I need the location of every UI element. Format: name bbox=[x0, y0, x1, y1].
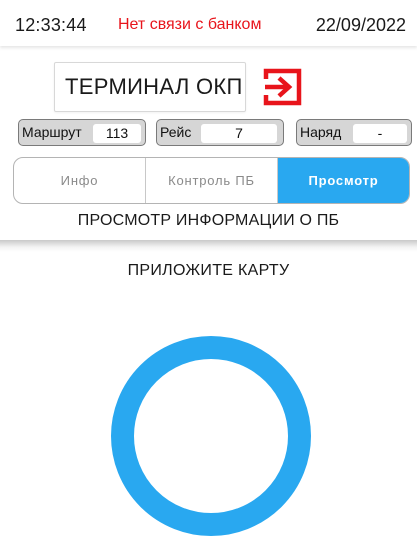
status-bar: 12:33:44 Нет связи с банком 22/09/2022 bbox=[0, 0, 417, 46]
logout-icon-graphic bbox=[263, 68, 302, 106]
trip-params: Маршрут 113 Рейс 7 Наряд - bbox=[0, 118, 417, 148]
trip-field: Рейс 7 bbox=[156, 119, 284, 146]
status-time: 12:33:44 bbox=[15, 15, 87, 35]
order-field: Наряд - bbox=[296, 119, 412, 146]
status-date: 22/09/2022 bbox=[315, 15, 406, 35]
tab-control-pb[interactable]: Контроль ПБ bbox=[145, 158, 277, 203]
section-title: ПРОСМОТР ИНФОРМАЦИИ О ПБ bbox=[77, 212, 340, 229]
order-label: Наряд bbox=[300, 124, 342, 140]
card-prompt: ПРИЛОЖИТЕ КАРТУ bbox=[127, 262, 290, 279]
terminal-title: ТЕРМИНАЛ ОКП bbox=[54, 62, 246, 112]
route-value: 113 bbox=[93, 124, 141, 143]
route-field: Маршрут 113 bbox=[18, 119, 146, 146]
bank-connection-status: Нет связи с банком bbox=[118, 16, 262, 33]
card-reader-ring-icon bbox=[111, 336, 311, 536]
trip-value: 7 bbox=[201, 124, 277, 143]
tab-info[interactable]: Инфо bbox=[14, 158, 145, 203]
mode-tabs: Инфо Контроль ПБ Просмотр bbox=[13, 157, 410, 204]
tab-view[interactable]: Просмотр bbox=[277, 158, 409, 203]
logout-icon[interactable] bbox=[262, 66, 304, 108]
divider bbox=[0, 240, 417, 252]
trip-label: Рейс bbox=[160, 124, 192, 140]
route-label: Маршрут bbox=[22, 124, 82, 140]
order-value: - bbox=[353, 124, 407, 143]
